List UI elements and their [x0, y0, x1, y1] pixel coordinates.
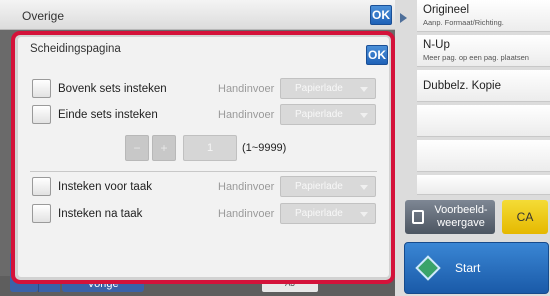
menu-item-n-up-subtitle: Meer pag. op een pag. plaatsen [423, 53, 529, 62]
tray-dropdown-value: Papierlade [295, 109, 343, 120]
checkbox-begin-sets[interactable] [32, 79, 51, 98]
preview-label: Voorbeeld- weergave [434, 204, 488, 229]
option-row-end-sets: Einde sets insteken Handinvoer Papierlad… [18, 103, 389, 127]
menu-item-origineel-subtitle: Aanp. Formaat/Richting. [423, 18, 504, 27]
menu-item-n-up-title: N-Up [423, 39, 450, 51]
count-input[interactable]: 1 [183, 135, 237, 161]
option-row-begin-sets: Bovenk sets insteken Handinvoer Papierla… [18, 77, 389, 101]
manual-feed-label: Handinvoer [218, 181, 275, 193]
screen-title: Overige [22, 9, 65, 23]
option-label: Bovenk sets insteken [58, 83, 167, 95]
chevron-down-icon [360, 212, 368, 217]
menu-item-origineel[interactable]: Origineel Aanp. Formaat/Richting. [417, 0, 550, 32]
menu-item-dubbelz-kopie-title: Dubbelz. Kopie [423, 80, 501, 92]
tray-dropdown-value: Papierlade [295, 181, 343, 192]
option-row-after-job: Insteken na taak Handinvoer Papierlade [18, 202, 389, 226]
expand-arrow-icon[interactable] [400, 13, 407, 23]
manual-feed-label: Handinvoer [218, 83, 275, 95]
tray-dropdown[interactable]: Papierlade [280, 203, 376, 224]
tray-dropdown-value: Papierlade [295, 208, 343, 219]
menu-item-empty-2 [417, 140, 550, 172]
preview-icon [412, 210, 424, 224]
checkbox-after-job[interactable] [32, 204, 51, 223]
ca-button[interactable]: CA [502, 200, 548, 234]
option-label: Insteken voor taak [58, 181, 152, 193]
count-stepper: − + 1 (1~9999) [18, 135, 389, 165]
menu-item-empty-3 [417, 175, 550, 195]
count-range: (1~9999) [242, 142, 287, 154]
option-label: Einde sets insteken [58, 109, 158, 121]
start-label: Start [455, 261, 481, 275]
dialog-title: Scheidingspagina [30, 43, 121, 55]
option-label: Insteken na taak [58, 208, 143, 220]
separator-page-dialog: Scheidingspagina OK Bovenk sets insteken… [18, 37, 389, 277]
start-button[interactable]: Start [404, 242, 549, 294]
menu-item-origineel-title: Origineel [423, 4, 470, 16]
divider [30, 171, 377, 172]
increment-button[interactable]: + [152, 135, 176, 161]
dialog-ok-button[interactable]: OK [366, 45, 388, 65]
decrement-button[interactable]: − [125, 135, 149, 161]
tray-dropdown[interactable]: Papierlade [280, 104, 376, 125]
option-row-before-job: Insteken voor taak Handinvoer Papierlade [18, 175, 389, 199]
top-bar: Overige OK [0, 0, 395, 30]
tray-dropdown[interactable]: Papierlade [280, 176, 376, 197]
top-ok-button[interactable]: OK [370, 5, 392, 25]
tray-dropdown[interactable]: Papierlade [280, 78, 376, 99]
checkbox-end-sets[interactable] [32, 105, 51, 124]
chevron-down-icon [360, 113, 368, 118]
manual-feed-label: Handinvoer [218, 109, 275, 121]
start-icon [415, 255, 441, 281]
chevron-down-icon [360, 185, 368, 190]
preview-button[interactable]: Voorbeeld- weergave [405, 200, 495, 234]
checkbox-before-job[interactable] [32, 177, 51, 196]
menu-item-empty-1 [417, 105, 550, 137]
menu-item-dubbelz-kopie[interactable]: Dubbelz. Kopie [417, 70, 550, 102]
tray-dropdown-value: Papierlade [295, 83, 343, 94]
chevron-down-icon [360, 87, 368, 92]
menu-item-n-up[interactable]: N-Up Meer pag. op een pag. plaatsen [417, 35, 550, 67]
manual-feed-label: Handinvoer [218, 208, 275, 220]
